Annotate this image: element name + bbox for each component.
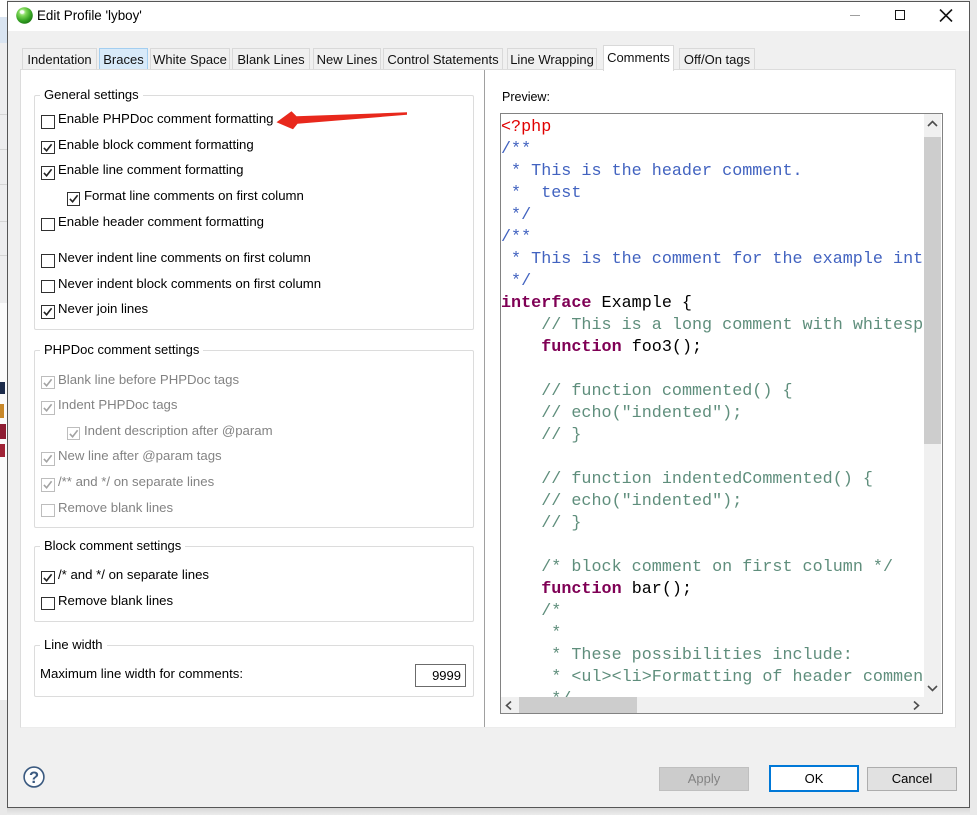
svg-text:?: ? <box>29 769 39 787</box>
